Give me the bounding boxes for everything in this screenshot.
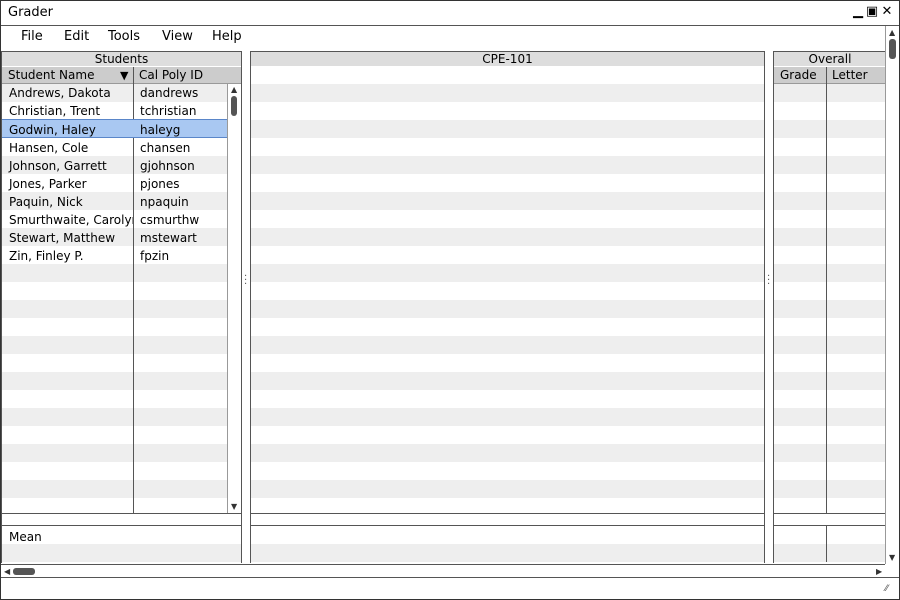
menu-help[interactable]: Help [212, 29, 242, 44]
overall-pane: Overall Grade Letter [773, 51, 886, 563]
menu-edit[interactable]: Edit [64, 29, 89, 44]
students-footer: Mean [2, 514, 241, 562]
cal-poly-id-column-header[interactable]: Cal Poly ID [133, 67, 241, 84]
course-header: CPE-101 [251, 51, 764, 67]
main-vertical-scroll-thumb[interactable] [889, 39, 896, 59]
main-vertical-scrollbar[interactable]: ▲ ▼ [885, 26, 899, 564]
student-name-cell[interactable]: Christian, Trent [2, 102, 133, 120]
overall-footer [774, 514, 886, 562]
scroll-down-icon[interactable]: ▼ [231, 503, 237, 511]
cal-poly-id-cell[interactable]: gjohnson [133, 157, 227, 175]
student-name-cell[interactable]: Johnson, Garrett [2, 157, 133, 175]
cal-poly-id-cell[interactable]: haleyg [133, 121, 227, 139]
grade-column-label: Grade [780, 68, 817, 82]
student-name-cell[interactable]: Zin, Finley P. [2, 247, 133, 265]
course-pane: CPE-101 [250, 51, 765, 563]
cal-poly-id-cell[interactable]: fpzin [133, 247, 227, 265]
cal-poly-id-cell[interactable]: chansen [133, 139, 227, 157]
close-icon[interactable]: ✕ [880, 4, 894, 20]
cal-poly-id-cell[interactable]: pjones [133, 175, 227, 193]
students-scroll-thumb[interactable] [231, 96, 237, 116]
resize-grip-icon[interactable]: ⁄⁄ [885, 584, 888, 594]
course-footer-background [251, 526, 764, 562]
minimize-icon[interactable]: ▁ [851, 4, 865, 20]
students-header: Students [2, 51, 241, 67]
student-name-column-label: Student Name [8, 68, 95, 82]
window-title: Grader [8, 5, 53, 20]
grader-window: Grader ▁ ▣ ✕ File Edit Tools View Help S… [0, 0, 900, 600]
maximize-icon[interactable]: ▣ [865, 4, 879, 20]
letter-column-header[interactable]: Letter [826, 67, 886, 84]
cal-poly-id-cell[interactable]: csmurthw [133, 211, 227, 229]
overall-header: Overall [774, 51, 886, 67]
menu-bar: File Edit Tools View Help [1, 26, 899, 48]
horizontal-scrollbar[interactable]: ◀ ▶ [1, 564, 885, 578]
letter-column-label: Letter [832, 68, 868, 82]
overall-grid-background [774, 66, 886, 513]
splitter-grip-right[interactable]: · · · [767, 272, 770, 290]
scroll-up-icon[interactable]: ▲ [231, 86, 237, 94]
cal-poly-id-cell[interactable]: npaquin [133, 193, 227, 211]
scroll-right-icon[interactable]: ▶ [876, 568, 882, 576]
cal-poly-id-cell[interactable]: tchristian [133, 102, 227, 120]
status-bar: ⁄⁄ [1, 577, 899, 599]
menu-file[interactable]: File [21, 29, 43, 44]
menu-view[interactable]: View [162, 29, 193, 44]
mean-label: Mean [9, 530, 42, 544]
student-name-cell[interactable]: Stewart, Matthew [2, 229, 133, 247]
student-name-column-header[interactable]: Student Name ▼ [2, 67, 133, 84]
main-scroll-up-icon[interactable]: ▲ [889, 29, 895, 37]
main-scroll-down-icon[interactable]: ▼ [889, 554, 895, 562]
cal-poly-id-column-label: Cal Poly ID [139, 68, 204, 82]
title-bar: Grader ▁ ▣ ✕ [1, 1, 899, 26]
student-name-cell[interactable]: Andrews, Dakota [2, 84, 133, 102]
splitter-grip-left[interactable]: · · · [244, 272, 247, 290]
overall-column-divider [826, 67, 827, 513]
cal-poly-id-cell[interactable]: dandrews [133, 84, 227, 102]
overall-footer-background [774, 526, 886, 562]
student-name-cell[interactable]: Godwin, Haley [2, 121, 133, 139]
students-vertical-scrollbar[interactable]: ▲ ▼ [227, 84, 241, 513]
student-name-cell[interactable]: Paquin, Nick [2, 193, 133, 211]
grade-column-header[interactable]: Grade [774, 67, 826, 84]
course-grid-background [251, 66, 764, 513]
student-name-cell[interactable]: Smurthwaite, Carolyn [2, 211, 133, 229]
scroll-left-icon[interactable]: ◀ [4, 568, 10, 576]
horizontal-scroll-thumb[interactable] [13, 568, 35, 575]
students-pane: Students Student Name ▼ Cal Poly ID Andr… [1, 51, 242, 563]
student-name-cell[interactable]: Jones, Parker [2, 175, 133, 193]
sort-descending-icon[interactable]: ▼ [120, 67, 128, 84]
menu-tools[interactable]: Tools [108, 29, 140, 44]
cal-poly-id-cell[interactable]: mstewart [133, 229, 227, 247]
student-name-cell[interactable]: Hansen, Cole [2, 139, 133, 157]
overall-footer-divider [826, 526, 827, 562]
course-footer [251, 514, 764, 562]
